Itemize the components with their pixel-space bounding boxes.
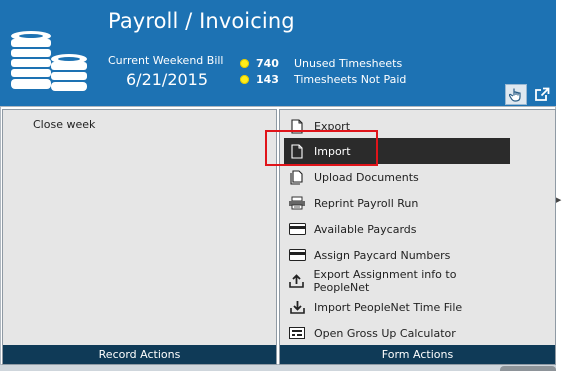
card-icon [288, 247, 306, 263]
actions-container: Close week Record Actions Export Import … [0, 106, 556, 365]
export-assignment-peoplenet-action[interactable]: Export Assignment info to PeopleNet [284, 268, 510, 294]
stat-label: Timesheets Not Paid [294, 72, 407, 86]
import-action[interactable]: Import [284, 138, 510, 164]
page-scrollbar[interactable] [556, 0, 562, 371]
close-week-action[interactable]: Close week [33, 118, 95, 131]
open-gross-up-calculator-action[interactable]: Open Gross Up Calculator [284, 320, 510, 346]
scroll-arrow-icon[interactable]: ▶ [556, 196, 561, 204]
weekend-bill-label: Current Weekend Bill [108, 54, 224, 67]
upload-tray-icon [288, 273, 305, 289]
stat-count: 740 [256, 56, 279, 70]
status-dot-icon [240, 74, 249, 84]
stat-count: 143 [256, 72, 279, 86]
printer-icon [288, 195, 306, 211]
action-label: Export Assignment info to PeopleNet [313, 268, 457, 294]
document-icon [288, 118, 306, 134]
action-label: Import PeopleNet Time File [314, 300, 463, 314]
page-title: Payroll / Invoicing [108, 9, 295, 33]
bottom-corner-tab [500, 366, 556, 371]
reprint-payroll-run-action[interactable]: Reprint Payroll Run [284, 190, 510, 216]
popout-button[interactable] [531, 84, 553, 105]
action-label: Import [314, 144, 351, 158]
action-label: Open Gross Up Calculator [314, 326, 456, 340]
card-icon [288, 221, 306, 237]
action-label: Export [314, 119, 351, 133]
hand-pointer-icon [509, 88, 521, 102]
external-link-icon [535, 87, 550, 101]
timesheets-not-paid-stat[interactable]: 143 Timesheets Not Paid [240, 71, 406, 87]
pointer-mode-button[interactable] [505, 84, 527, 105]
action-label: Assign Paycard Numbers [314, 248, 451, 262]
export-action[interactable]: Export [284, 113, 510, 139]
weekend-bill-date: 6/21/2015 [126, 70, 209, 89]
available-paycards-action[interactable]: Available Paycards [284, 216, 510, 242]
calculator-icon [288, 325, 306, 341]
documents-icon [288, 169, 306, 185]
import-peoplenet-time-file-action[interactable]: Import PeopleNet Time File [284, 294, 510, 320]
action-label: Available Paycards [314, 222, 417, 236]
unused-timesheets-stat[interactable]: 740 Unused Timesheets [240, 55, 402, 71]
bottom-border [0, 365, 556, 371]
action-label: Upload Documents [314, 170, 419, 184]
coin-stacks-icon [11, 31, 87, 91]
form-actions-panel: Export Import Upload Documents Reprint P… [279, 109, 556, 365]
header-banner: Payroll / Invoicing Current Weekend Bill… [0, 0, 556, 106]
action-label: Reprint Payroll Run [314, 196, 419, 210]
document-icon [288, 143, 306, 159]
assign-paycard-numbers-action[interactable]: Assign Paycard Numbers [284, 242, 510, 268]
stat-label: Unused Timesheets [294, 56, 403, 70]
record-actions-panel: Close week Record Actions [2, 109, 277, 365]
form-actions-footer: Form Actions [280, 345, 555, 364]
record-actions-footer: Record Actions [3, 345, 276, 364]
status-dot-icon [240, 58, 249, 68]
download-tray-icon [288, 299, 306, 315]
upload-documents-action[interactable]: Upload Documents [284, 164, 510, 190]
